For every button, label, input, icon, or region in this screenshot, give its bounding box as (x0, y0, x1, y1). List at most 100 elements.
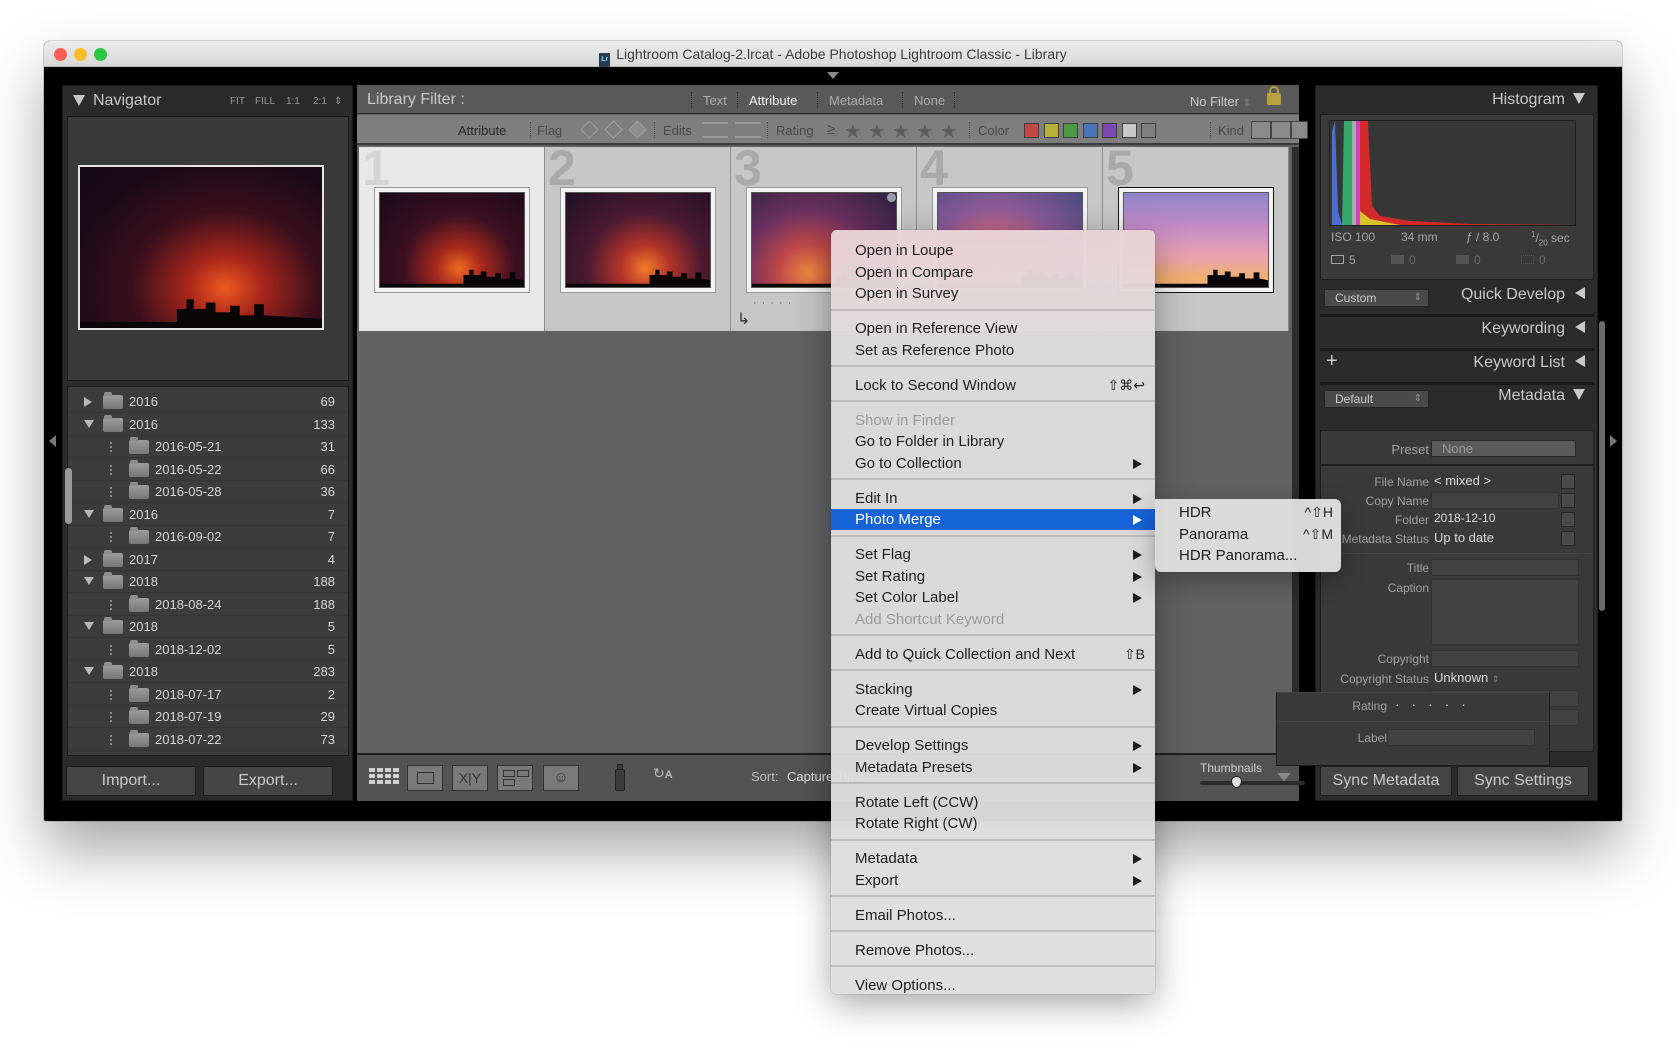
subfolder-disclosure-icon[interactable] (110, 712, 118, 722)
subfolder-disclosure-icon[interactable] (110, 464, 118, 475)
caption-field[interactable] (1431, 579, 1579, 645)
thumbnail-slider-knob[interactable] (1230, 776, 1242, 788)
thumbnail-frame[interactable] (560, 187, 716, 293)
thumbnail-rating-dots[interactable]: ····· (753, 297, 796, 309)
menu-item[interactable]: Email Photos... (831, 905, 1155, 926)
zoom-1-1[interactable]: 1:1 (286, 96, 300, 107)
collapse-triangle-icon[interactable] (84, 577, 94, 585)
photo-thumbnail[interactable] (565, 192, 711, 288)
color-swatch[interactable] (1043, 123, 1059, 138)
keywording-header[interactable]: Keywording (1481, 320, 1585, 338)
compare-view-icon[interactable]: X|Y (452, 765, 488, 791)
menu-item[interactable]: View Options... (831, 975, 1155, 995)
zoom-stepper-icon[interactable]: ⇕ (334, 96, 342, 107)
folder-row[interactable]: 2016-05-22 66 (68, 459, 348, 481)
color-swatch[interactable] (1102, 123, 1117, 138)
right-panel-toggle-icon[interactable] (1610, 435, 1617, 447)
filter-tab-metadata[interactable]: Metadata (829, 93, 883, 108)
grid-view-icon[interactable] (367, 765, 403, 791)
flag-picked-icon[interactable] (580, 120, 599, 139)
menu-item[interactable]: Remove Photos... (831, 940, 1155, 961)
collapse-triangle-icon[interactable] (84, 622, 94, 630)
subfolder-disclosure-icon[interactable] (110, 487, 118, 497)
color-swatch[interactable] (1141, 123, 1156, 138)
submenu-item[interactable]: Panorama ^⇧M (1155, 524, 1341, 545)
color-swatch[interactable] (1024, 123, 1039, 138)
color-swatch[interactable] (1063, 123, 1078, 138)
import-button[interactable]: Import... (66, 766, 196, 796)
folder-row[interactable]: 2018-07-22 73 (68, 729, 348, 751)
left-panel-toggle-icon[interactable] (49, 435, 56, 447)
label-field[interactable] (1387, 729, 1535, 746)
collapse-triangle-icon[interactable] (84, 509, 94, 518)
sync-settings-button[interactable]: Sync Settings (1457, 766, 1589, 796)
subfolder-disclosure-icon[interactable] (110, 599, 118, 610)
top-panel-toggle-icon[interactable] (827, 72, 839, 79)
zoom-fit[interactable]: FIT (230, 96, 245, 107)
file-name-action-icon[interactable] (1561, 474, 1575, 489)
add-keyword-icon[interactable]: + (1326, 350, 1338, 373)
unedited-filter-icon[interactable] (735, 122, 761, 138)
filter-tab-attribute[interactable]: Attribute (749, 93, 797, 108)
filter-tab-none[interactable]: None (914, 93, 945, 108)
menu-item[interactable]: Edit In (831, 488, 1155, 509)
histogram-header[interactable]: Histogram (1492, 91, 1585, 109)
menu-item[interactable]: Lock to Second Window ⇧⌘↩ (831, 375, 1155, 396)
color-swatch[interactable] (1121, 123, 1137, 138)
menu-item[interactable]: Photo Merge (831, 509, 1155, 530)
painter-spray-can-icon[interactable] (612, 763, 628, 793)
menu-item[interactable]: Open in Compare (831, 262, 1155, 283)
copyright-status-select[interactable]: Unknown ⇕ (1434, 670, 1499, 685)
menu-item[interactable]: Open in Reference View (831, 318, 1155, 339)
collapse-triangle-icon[interactable] (84, 667, 94, 675)
kind-virtual-copy-icon[interactable] (1271, 121, 1291, 139)
toolbar-options-icon[interactable] (1277, 773, 1291, 781)
subfolder-disclosure-icon[interactable] (110, 689, 118, 700)
folder-row[interactable]: 2018 283 (68, 661, 348, 683)
folder-row[interactable]: 2016-05-28 36 (68, 481, 348, 503)
subfolder-disclosure-icon[interactable] (110, 442, 118, 452)
collapse-triangle-icon[interactable] (73, 95, 85, 106)
folder-row[interactable]: 2018 5 (68, 616, 348, 638)
quick-develop-header[interactable]: Quick Develop (1461, 286, 1585, 304)
copy-name-action-icon[interactable] (1561, 493, 1575, 508)
folder-row[interactable]: 2018-07-19 29 (68, 706, 348, 728)
thumbnail-badge-icon[interactable] (886, 192, 897, 203)
rating-operator[interactable]: ≥ (827, 121, 835, 138)
subfolder-disclosure-icon[interactable] (110, 734, 118, 745)
loupe-view-icon[interactable] (407, 765, 443, 791)
go-to-folder-icon[interactable] (1561, 512, 1575, 527)
export-button[interactable]: Export... (203, 766, 333, 796)
flag-rejected-icon[interactable] (628, 120, 647, 139)
menu-item[interactable]: Open in Survey (831, 283, 1155, 304)
quick-develop-preset-select[interactable]: Custom (1324, 289, 1429, 307)
rotate-icon[interactable]: ↳ (737, 309, 750, 329)
menu-item[interactable]: Open in Loupe (831, 240, 1155, 261)
right-panel-scrollbar[interactable] (1599, 321, 1605, 611)
collapse-triangle-icon[interactable] (84, 419, 94, 428)
folder-row[interactable]: 2018 188 (68, 571, 348, 593)
color-swatch[interactable] (1082, 123, 1098, 138)
sync-metadata-button[interactable]: Sync Metadata (1320, 766, 1452, 796)
rating-star-3-icon[interactable]: ★ (892, 119, 910, 144)
grid-scrollbar[interactable] (1292, 147, 1299, 751)
folder-row[interactable]: 2016 7 (68, 504, 348, 526)
folder-row[interactable]: 2016-09-02 7 (68, 526, 348, 548)
metadata-view-select[interactable]: Default (1324, 390, 1429, 408)
expand-triangle-icon[interactable] (84, 397, 92, 407)
folder-row[interactable]: 2016 133 (68, 414, 348, 436)
rating-star-2-icon[interactable]: ★ (868, 119, 886, 144)
sort-direction-icon[interactable]: ↻A (653, 765, 673, 782)
menu-item[interactable]: Set as Reference Photo (831, 340, 1155, 361)
menu-item[interactable]: Rotate Right (CW) (831, 813, 1155, 834)
menu-item[interactable]: Metadata (831, 848, 1155, 869)
submenu-item[interactable]: HDR ^⇧H (1155, 502, 1341, 523)
filter-preset-select[interactable]: No Filter ⇕ (1190, 94, 1251, 109)
subfolder-disclosure-icon[interactable] (110, 532, 118, 542)
navigator-preview[interactable] (67, 116, 349, 381)
keyword-list-header[interactable]: Keyword List (1473, 354, 1585, 372)
title-field[interactable] (1431, 559, 1579, 576)
menu-item[interactable]: Stacking (831, 679, 1155, 700)
thumbnail-frame[interactable] (374, 187, 530, 293)
zoom-fill[interactable]: FILL (255, 96, 275, 107)
